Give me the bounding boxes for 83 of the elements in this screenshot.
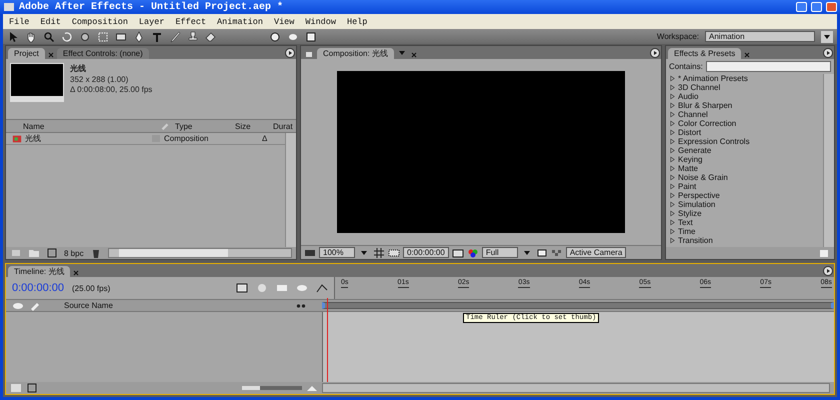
dropdown-caret-icon[interactable] (821, 30, 833, 42)
effect-category[interactable]: Simulation (678, 200, 716, 209)
item-dimensions: 352 x 288 (1.00) (70, 75, 130, 84)
vertical-scrollbar[interactable] (823, 74, 834, 247)
horizontal-scrollbar[interactable] (322, 383, 830, 393)
panel-menu-icon[interactable] (822, 47, 834, 59)
bit-depth-label[interactable]: 8 bpc (64, 248, 84, 258)
effect-category[interactable]: Matte (678, 164, 698, 173)
effect-category[interactable]: Noise & Grain (678, 173, 728, 182)
effect-category[interactable]: Blur & Sharpen (678, 101, 732, 110)
effect-category[interactable]: Stylize (678, 209, 702, 218)
source-name-column[interactable]: Source Name (64, 301, 113, 310)
item-name: 光线 (70, 63, 87, 74)
effect-category[interactable]: Audio (678, 92, 698, 101)
menu-item[interactable]: File (9, 16, 30, 26)
panel-menu-icon[interactable] (649, 47, 661, 59)
workspace-label: Workspace: (656, 32, 699, 41)
composition-thumbnail (10, 63, 64, 102)
tab-close-icon[interactable] (46, 51, 55, 59)
effect-category[interactable]: Time (678, 227, 696, 236)
menu-item[interactable]: Window (305, 16, 336, 26)
search-field[interactable] (706, 61, 831, 72)
menu-item[interactable]: Animation (217, 16, 263, 26)
hand-tool-icon[interactable] (25, 30, 37, 42)
grid-icon[interactable] (373, 246, 385, 258)
panel-tab[interactable]: Effect Controls: (none) (56, 48, 149, 59)
item-name-cell[interactable]: 光线 (25, 133, 41, 144)
effect-category[interactable]: Paint (678, 182, 696, 191)
panel-menu-icon[interactable] (284, 47, 296, 59)
menu-item[interactable]: Edit (40, 16, 61, 26)
magnification-dropdown[interactable]: 100% (319, 247, 355, 258)
column-header[interactable]: Durat (270, 122, 296, 130)
menu-item[interactable]: Layer (138, 16, 164, 26)
search-label: Contains: (669, 62, 703, 71)
item-type-cell-text: Composition (164, 134, 210, 143)
vertical-scrollbar[interactable] (285, 133, 296, 247)
window-title: Adobe After Effects - Untitled Project.aep * (19, 2, 284, 12)
tab-close-icon[interactable] (743, 51, 752, 59)
effect-category[interactable]: Expression Controls (678, 137, 750, 146)
effect-category[interactable]: Color Correction (678, 119, 736, 128)
clone-stamp-tool-icon[interactable] (187, 30, 199, 42)
zoom-tool-icon[interactable] (43, 30, 55, 42)
panel-tab[interactable]: Timeline: 光线 (8, 266, 70, 277)
column-header[interactable]: Name (20, 122, 160, 130)
panel-menu-icon[interactable] (822, 265, 834, 277)
effect-category[interactable]: 3D Channel (678, 83, 720, 92)
tab-close-icon[interactable] (72, 269, 80, 277)
maximize-button[interactable] (811, 2, 822, 12)
color-channels-icon[interactable] (466, 246, 479, 258)
menu-item[interactable]: Help (346, 16, 368, 26)
effect-category[interactable]: Perspective (678, 191, 720, 200)
menu-item[interactable]: Composition (72, 16, 128, 26)
tab-close-icon[interactable] (410, 51, 418, 59)
menu-item[interactable]: View (274, 16, 294, 26)
effect-category[interactable]: Keying (678, 155, 702, 164)
camera-dropdown[interactable]: Active Camera (566, 247, 626, 258)
item-duration: Δ 0:00:08:00, 25.00 fps (70, 85, 152, 94)
panel-tab[interactable]: Effects & Presets (668, 48, 742, 59)
column-header[interactable]: Size (232, 122, 270, 130)
frame-rate-label: (25.00 fps) (72, 284, 110, 292)
effect-category[interactable]: * Animation Presets (678, 74, 748, 83)
panel-tab[interactable]: Project (8, 48, 45, 59)
effect-category[interactable]: Text (678, 218, 693, 227)
menu-item[interactable]: Effect (175, 16, 206, 26)
zoom-slider[interactable] (242, 386, 302, 390)
workspace-dropdown[interactable]: Animation (705, 31, 815, 42)
minimize-button[interactable] (796, 2, 807, 12)
effect-category[interactable]: Distort (678, 128, 702, 137)
panel-tab[interactable]: Composition: 光线 (317, 48, 394, 59)
item-duration-cell-text: Δ (262, 134, 268, 143)
mask-icon[interactable] (388, 246, 400, 258)
effect-category[interactable]: Generate (678, 146, 712, 155)
column-header[interactable]: Type (172, 122, 232, 130)
horizontal-scrollbar[interactable] (108, 248, 292, 258)
rotate-tool-icon[interactable] (61, 30, 73, 42)
close-button[interactable] (826, 2, 837, 12)
text-tool-icon[interactable] (151, 30, 163, 42)
resolution-dropdown[interactable]: Full (482, 247, 518, 258)
effect-category[interactable]: Transition (678, 236, 713, 245)
effect-category[interactable]: Channel (678, 110, 708, 119)
arrow-tool-icon[interactable] (7, 30, 19, 42)
timecode-field[interactable]: 0:00:00:00 (403, 247, 449, 258)
rectangle-tool-icon[interactable] (115, 30, 127, 42)
